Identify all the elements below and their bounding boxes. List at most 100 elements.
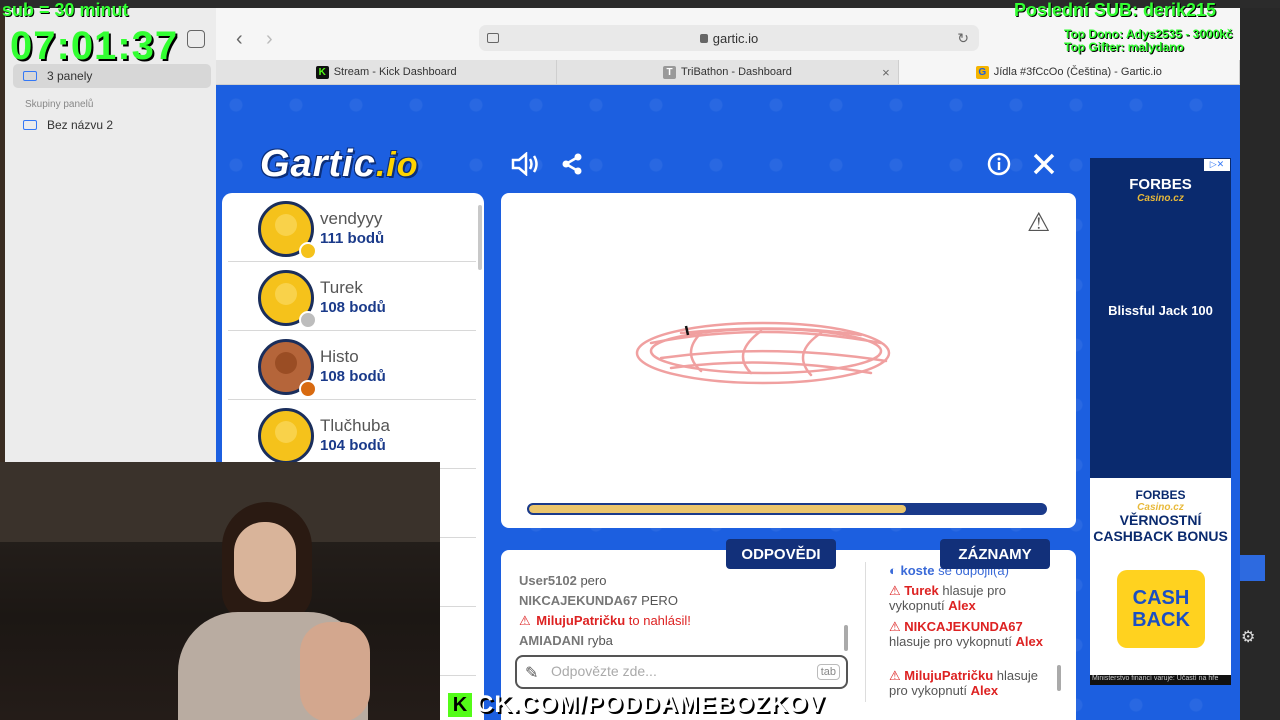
- round-timer: [527, 503, 1047, 515]
- log-user: koste: [900, 563, 935, 578]
- ad-disclaimer: Ministerstvo financí varuje: Účastí na h…: [1090, 675, 1231, 685]
- log-target: Alex: [970, 683, 999, 698]
- scrollbar[interactable]: [478, 205, 482, 270]
- tab-log[interactable]: ZÁZNAMY: [940, 539, 1050, 569]
- reader-icon[interactable]: [487, 33, 499, 43]
- answer-item: AMIADANI ryba: [519, 633, 613, 648]
- player-score: 108 bodů: [320, 299, 386, 316]
- answer-text: ryba: [587, 633, 613, 648]
- scrollbar[interactable]: [1057, 665, 1061, 691]
- avatar: [258, 408, 314, 464]
- player-name: vendyyy: [320, 209, 383, 228]
- tab-key-hint: tab: [816, 664, 840, 680]
- avatar: [258, 339, 317, 398]
- answer-user: AMIADANI: [519, 633, 584, 648]
- tab-groups-header: Skupiny panelů: [25, 99, 94, 110]
- drawing-canvas[interactable]: ⚠: [501, 193, 1076, 528]
- answer-item: NIKCAJEKUNDA67 PERO: [519, 593, 678, 608]
- side-button[interactable]: [1240, 555, 1265, 581]
- new-tab-group-icon[interactable]: [187, 30, 205, 48]
- info-icon[interactable]: [984, 149, 1014, 179]
- tabs-icon: [23, 71, 37, 81]
- logo-io: .io: [375, 146, 419, 184]
- answer-text: pero: [580, 573, 607, 588]
- top-donor-overlay: Top Dono: Adys2535 - 3000kč: [1064, 27, 1233, 41]
- tab-group-icon: [23, 120, 37, 130]
- log-user: NIKCAJEKUNDA67: [904, 619, 1023, 634]
- status-badge: [299, 311, 317, 329]
- drawing-strokes: [635, 321, 891, 385]
- last-sub-overlay: Poslední SUB: derik215: [1014, 0, 1217, 20]
- ad-brand: FORBES Casino.cz: [1090, 488, 1231, 513]
- url-text: gartic.io: [712, 30, 759, 46]
- tab-tribathon[interactable]: T TriBathon - Dashboard ×: [557, 60, 899, 84]
- gartic-logo[interactable]: Gartic.io: [260, 143, 419, 186]
- player-name: Turek: [320, 278, 363, 297]
- player-score: 104 bodů: [320, 437, 386, 454]
- tab-label: TriBathon - Dashboard: [681, 66, 792, 78]
- kick-url-overlay: K CK.COM/PODDAMEBOZKOV: [440, 690, 880, 720]
- forward-button[interactable]: ›: [266, 28, 273, 51]
- answer-text: PERO: [641, 593, 678, 608]
- tab-gartic[interactable]: G Jídla #3fCcOo (Čeština) - Gartic.io: [898, 60, 1240, 84]
- warning-icon: ⚠: [889, 583, 901, 598]
- round-timer-fill: [529, 505, 906, 513]
- log-item: ⚠ NIKCAJEKUNDA67 hlasuje pro vykopnutí A…: [889, 619, 1059, 649]
- tribathon-favicon-icon: T: [663, 65, 677, 79]
- screen: 3 panely Skupiny panelů Bez názvu 2 ‹ › …: [0, 0, 1280, 720]
- player-score: 111 bodů: [320, 230, 385, 247]
- ad-banner-top[interactable]: FORBES Casino.cz Blissful Jack 100: [1090, 158, 1231, 478]
- player-score: 108 bodů: [320, 368, 386, 385]
- log-user: MilujuPatričku: [904, 668, 994, 683]
- answer-input[interactable]: [551, 663, 811, 679]
- list-item[interactable]: Histo 108 bodů: [228, 331, 476, 400]
- sidebar-item-group[interactable]: Bez názvu 2: [13, 113, 211, 137]
- ad-brand-sub: Casino.cz: [1137, 193, 1184, 204]
- log-text: hlasuje pro vykopnutí: [889, 634, 1012, 649]
- lock-icon: [699, 33, 708, 43]
- player-name: Tlučhuba: [320, 416, 390, 435]
- right-panel-edge: [1240, 8, 1280, 720]
- ad-banner-bottom[interactable]: FORBES Casino.cz VĚRNOSTNÍ CASHBACK BONU…: [1090, 478, 1231, 685]
- player-name: Histo: [320, 347, 359, 366]
- kick-logo-icon: K: [448, 693, 472, 717]
- sidebar-item-label: Bez názvu 2: [47, 118, 114, 132]
- gear-icon[interactable]: ⚙: [1241, 627, 1255, 647]
- answer-user: User5102: [519, 573, 577, 588]
- tab-answers[interactable]: ODPOVĚDI: [726, 539, 836, 569]
- close-tab-icon[interactable]: ×: [882, 65, 890, 80]
- reload-icon[interactable]: ↻: [957, 30, 969, 47]
- ad-brand-name: FORBES: [1129, 176, 1192, 193]
- clock-overlay: 07:01:37: [10, 24, 179, 68]
- gartic-favicon-icon: G: [975, 65, 989, 79]
- answer-input-box[interactable]: ✎ tab: [515, 655, 848, 689]
- list-item[interactable]: Turek 108 bodů: [228, 262, 476, 331]
- answer-user: NIKCAJEKUNDA67: [519, 593, 638, 608]
- disconnect-icon: ◐: [889, 563, 897, 578]
- list-item[interactable]: vendyyy 111 bodů: [228, 193, 476, 262]
- tab-label: Jídla #3fCcOo (Čeština) - Gartic.io: [993, 66, 1162, 78]
- tab-bar: K Stream - Kick Dashboard T TriBathon - …: [216, 60, 1240, 85]
- safari-sidebar: 3 panely Skupiny panelů Bez názvu 2: [5, 8, 216, 463]
- sound-icon[interactable]: [510, 149, 540, 179]
- ad-game-title: Blissful Jack 100: [1108, 303, 1213, 318]
- logo-main: Gartic: [260, 143, 376, 185]
- scrollbar[interactable]: [844, 625, 848, 651]
- close-icon[interactable]: [1029, 149, 1059, 179]
- status-badge: [299, 380, 317, 398]
- ad-title: VĚRNOSTNÍ CASHBACK BONUS: [1093, 512, 1228, 544]
- list-item[interactable]: Tlučhuba 104 bodů: [228, 400, 476, 469]
- address-bar[interactable]: gartic.io ↻: [479, 25, 979, 51]
- log-target: Alex: [1015, 634, 1043, 649]
- log-user: Turek: [904, 583, 939, 598]
- share-icon[interactable]: [557, 149, 587, 179]
- tab-label: Stream - Kick Dashboard: [333, 66, 457, 78]
- ad-cashback-graphic: CASH BACK: [1117, 570, 1205, 648]
- answer-user: MilujuPatričku: [536, 613, 626, 628]
- log-item: ⚠ MilujuPatričku hlasuje pro vykopnutí A…: [889, 668, 1059, 698]
- warning-icon: ⚠: [889, 619, 901, 634]
- webcam-overlay: [0, 462, 440, 720]
- back-button[interactable]: ‹: [236, 28, 243, 51]
- tab-kick[interactable]: K Stream - Kick Dashboard: [216, 60, 558, 84]
- ad-choices-icon[interactable]: ▷✕: [1204, 159, 1230, 171]
